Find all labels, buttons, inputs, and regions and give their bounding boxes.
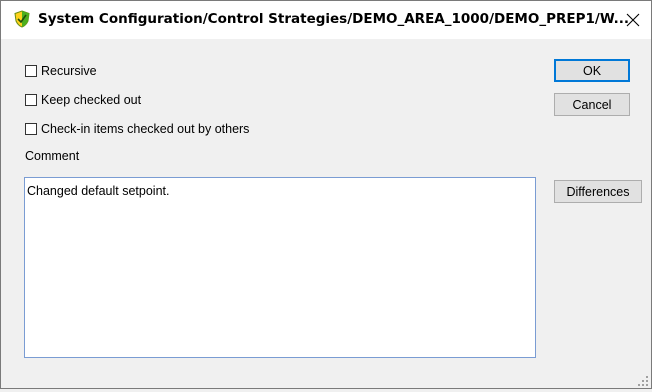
ok-button[interactable]: OK <box>554 59 630 82</box>
recursive-option[interactable]: Recursive <box>25 63 97 79</box>
window-title: System Configuration/Control Strategies/… <box>38 11 629 27</box>
keep-checked-out-label: Keep checked out <box>41 93 142 107</box>
shield-icon <box>13 10 31 28</box>
close-icon <box>626 13 640 27</box>
resize-grip-icon[interactable] <box>637 374 649 386</box>
close-button[interactable] <box>615 1 651 39</box>
title-bar[interactable]: System Configuration/Control Strategies/… <box>1 1 651 39</box>
checkin-others-checkbox[interactable] <box>25 123 37 135</box>
checkin-others-option[interactable]: Check-in items checked out by others <box>25 121 249 137</box>
checkin-others-label: Check-in items checked out by others <box>41 122 250 136</box>
differences-button[interactable]: Differences <box>554 180 642 203</box>
comment-input[interactable]: Changed default setpoint. <box>24 177 536 358</box>
comment-label: Comment <box>25 149 80 163</box>
recursive-checkbox[interactable] <box>25 65 37 77</box>
cancel-button[interactable]: Cancel <box>554 93 630 116</box>
check-in-dialog: System Configuration/Control Strategies/… <box>0 0 652 389</box>
keep-checked-out-option[interactable]: Keep checked out <box>25 92 141 108</box>
keep-checked-out-checkbox[interactable] <box>25 94 37 106</box>
recursive-label: Recursive <box>41 64 97 78</box>
